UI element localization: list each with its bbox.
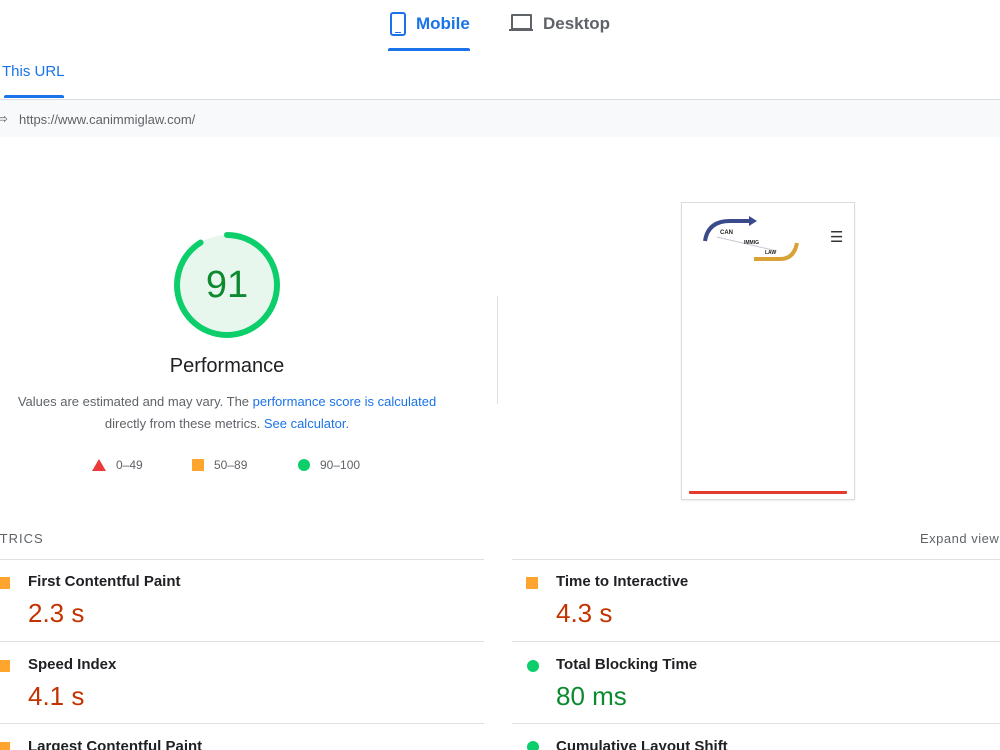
metrics-divider (0, 723, 484, 724)
site-logo: CAN IMMIG LAW (703, 216, 799, 261)
metrics-divider (512, 723, 1000, 724)
performance-score-link[interactable]: performance score is calculated (253, 394, 437, 409)
metrics-divider (512, 559, 1000, 560)
pass-circle-icon (527, 660, 539, 672)
metric-value: 4.1 s (28, 681, 85, 711)
logo-text-can: CAN (720, 230, 733, 236)
metric-time-to-interactive: Time to Interactive 4.3 s (526, 566, 996, 648)
vertical-divider (497, 296, 498, 404)
tab-mobile[interactable]: Mobile (388, 10, 470, 52)
legend-pass: 90–100 (298, 457, 360, 473)
average-square-icon (0, 577, 10, 589)
metric-cumulative-layout-shift: Cumulative Layout Shift (526, 731, 996, 750)
logo-text-immig: IMMIG (744, 240, 759, 246)
see-calculator-link[interactable]: See calculator. (264, 416, 349, 431)
metrics-divider (0, 641, 484, 642)
metric-name: Cumulative Layout Shift (556, 738, 728, 750)
metric-value: 4.3 s (556, 598, 613, 628)
metric-value: 80 ms (556, 681, 627, 711)
link-icon: ⇨ (0, 111, 8, 126)
analyzed-url[interactable]: https://www.canimmiglaw.com/ (19, 112, 195, 127)
metric-largest-contentful-paint: Largest Contentful Paint (0, 731, 470, 750)
metric-name: Speed Index (28, 656, 117, 673)
metric-first-contentful-paint: First Contentful Paint 2.3 s (0, 566, 470, 648)
metric-name: First Contentful Paint (28, 573, 181, 590)
expand-view-toggle[interactable]: Expand view (920, 531, 999, 546)
performance-description: Values are estimated and may vary. The p… (0, 391, 454, 435)
average-square-icon (526, 577, 538, 589)
tab-desktop[interactable]: Desktop (509, 10, 610, 52)
tab-mobile-indicator (388, 48, 470, 51)
metric-total-blocking-time: Total Blocking Time 80 ms (526, 649, 996, 731)
legend-fail: 0–49 (92, 457, 143, 473)
phone-icon (390, 12, 406, 36)
metric-name: Time to Interactive (556, 573, 689, 590)
legend-fail-range: 0–49 (116, 458, 143, 472)
performance-gauge: 91 (173, 231, 281, 339)
tab-desktop-label: Desktop (543, 14, 611, 33)
tab-this-url-label: This URL (2, 63, 65, 80)
metrics-divider (0, 559, 484, 560)
metric-name: Total Blocking Time (556, 656, 698, 673)
performance-title: Performance (169, 355, 285, 377)
performance-score: 91 (205, 264, 249, 306)
logo-text-law: LAW (765, 250, 776, 256)
pass-circle-icon (527, 741, 539, 750)
tab-this-url-indicator (4, 95, 64, 98)
hamburger-icon: ☰ (830, 229, 844, 246)
tab-mobile-label: Mobile (416, 14, 470, 33)
legend-average-range: 50–89 (214, 458, 248, 472)
metric-name: Largest Contentful Paint (28, 738, 203, 750)
laptop-icon (509, 13, 533, 33)
description-text: Values are estimated and may vary. The (17, 394, 253, 409)
url-bar: ⇨ https://www.canimmiglaw.com/ (0, 100, 1000, 137)
pass-circle-icon (298, 459, 310, 471)
screenshot-bottom-bar (689, 491, 847, 494)
description-text-2: directly from these metrics. (104, 416, 264, 431)
legend-average: 50–89 (192, 457, 247, 473)
fail-triangle-icon (92, 459, 106, 471)
metric-speed-index: Speed Index 4.1 s (0, 649, 470, 731)
page-screenshot: CAN IMMIG LAW ☰ (681, 202, 855, 500)
legend-pass-range: 90–100 (320, 458, 361, 472)
metrics-divider (512, 641, 1000, 642)
metrics-heading: ETRICS (0, 531, 44, 546)
device-tabs: Mobile Desktop (0, 0, 1000, 52)
average-square-icon (0, 742, 10, 750)
metric-value: 2.3 s (28, 598, 85, 628)
average-square-icon (192, 459, 204, 471)
average-square-icon (0, 660, 10, 672)
